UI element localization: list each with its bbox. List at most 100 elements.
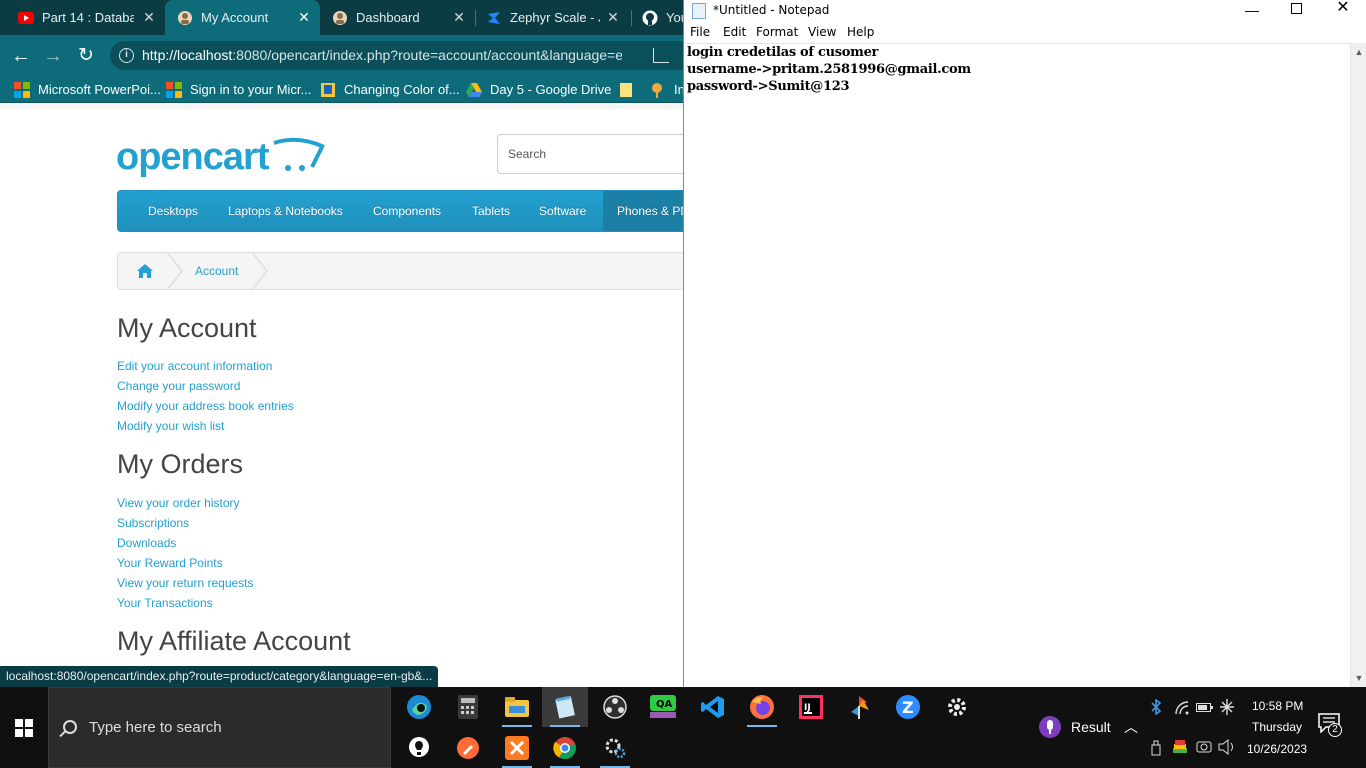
file-explorer-icon[interactable]: [494, 687, 540, 727]
windows-taskbar: Type here to search QA IJ Z Result ︿ 10:…: [0, 687, 1366, 768]
microsoft-icon: [14, 81, 30, 98]
intellij-icon[interactable]: IJ: [788, 687, 834, 727]
zoom-icon[interactable]: Z: [885, 687, 931, 727]
volume-icon[interactable]: [1218, 739, 1236, 755]
bookmark-note[interactable]: [618, 81, 642, 98]
bookmark-powerpoint[interactable]: Microsoft PowerPoi...: [14, 81, 161, 98]
widget-label: Result: [1071, 719, 1111, 735]
xampp-icon[interactable]: [494, 728, 540, 768]
menu-software[interactable]: Software: [539, 191, 586, 231]
camera-icon[interactable]: [1196, 740, 1212, 754]
bulb-icon[interactable]: [396, 728, 442, 768]
share-icon[interactable]: [653, 48, 669, 63]
menu-view[interactable]: View: [808, 25, 836, 39]
store-search-input[interactable]: Search: [497, 134, 683, 174]
bookmark-pin[interactable]: In: [650, 81, 685, 98]
postman-icon[interactable]: [445, 728, 491, 768]
tab-zephyr[interactable]: Zephyr Scale - Ji ✕: [476, 0, 631, 35]
bookmark-sign-in[interactable]: Sign in to your Micr...: [166, 81, 311, 98]
tab-dashboard[interactable]: Dashboard ✕: [320, 0, 475, 35]
transactions-link[interactable]: Your Transactions: [117, 596, 213, 610]
text-line: password->Sumit@123: [687, 79, 850, 94]
bluestacks-icon[interactable]: [1172, 739, 1188, 755]
clock-day[interactable]: Thursday: [1252, 720, 1302, 734]
tab-my-account[interactable]: My Account ✕: [165, 0, 320, 35]
battery-icon[interactable]: [1196, 701, 1214, 713]
gear-settings-icon[interactable]: [592, 728, 638, 768]
back-arrow-icon[interactable]: ←: [8, 43, 34, 69]
close-icon[interactable]: ✕: [605, 9, 621, 25]
taskbar-search[interactable]: Type here to search: [48, 687, 391, 768]
maximize-square-icon: [1291, 3, 1302, 14]
menu-phones[interactable]: Phones & PD: [603, 191, 683, 231]
obs-icon[interactable]: [592, 687, 638, 727]
clock-time[interactable]: 10:58 PM: [1252, 699, 1303, 713]
menu-file[interactable]: File: [690, 25, 710, 39]
calculator-icon[interactable]: [445, 687, 491, 727]
reload-icon[interactable]: ↻: [73, 43, 99, 69]
close-window-icon[interactable]: ✕: [1320, 0, 1366, 22]
menu-edit[interactable]: Edit: [723, 25, 746, 39]
pinwheel-icon[interactable]: [836, 687, 882, 727]
tab-title: Dashboard: [356, 10, 420, 25]
bookmark-changing-color[interactable]: Changing Color of...: [320, 81, 460, 98]
menu-components[interactable]: Components: [373, 191, 441, 231]
qa-preview-icon[interactable]: QA: [640, 687, 686, 727]
vscode-icon[interactable]: [690, 687, 736, 727]
downloads-link[interactable]: Downloads: [117, 536, 176, 550]
opencart-logo[interactable]: opencart: [116, 133, 326, 177]
chevron-up-icon[interactable]: ︿: [1124, 717, 1138, 737]
usb-icon[interactable]: [1150, 740, 1162, 756]
browser-tabstrip: Part 14 : Databa ✕ My Account ✕ Dashboar…: [0, 0, 683, 35]
change-password-link[interactable]: Change your password: [117, 379, 240, 393]
bookmarks-bar: Microsoft PowerPoi... Sign in to your Mi…: [0, 76, 685, 103]
menu-laptops[interactable]: Laptops & Notebooks: [228, 191, 343, 231]
menu-desktops[interactable]: Desktops: [148, 191, 198, 231]
menu-format[interactable]: Format: [756, 25, 798, 39]
my-account-heading: My Account: [117, 313, 257, 343]
youtube-icon: [18, 10, 34, 26]
bluetooth-icon[interactable]: [1150, 699, 1162, 715]
order-history-link[interactable]: View your order history: [117, 496, 240, 510]
network-status-icon[interactable]: [1220, 699, 1234, 715]
running-indicator: [502, 725, 532, 727]
wish-list-link[interactable]: Modify your wish list: [117, 419, 224, 433]
notifications-button[interactable]: 2: [1318, 713, 1346, 741]
minimize-icon[interactable]: —: [1229, 2, 1275, 24]
address-book-link[interactable]: Modify your address book entries: [117, 399, 294, 413]
tab-github[interactable]: You: [632, 0, 683, 35]
return-requests-link[interactable]: View your return requests: [117, 576, 254, 590]
edit-account-link[interactable]: Edit your account information: [117, 359, 272, 373]
notepad-window: *Untitled - Notepad — ✕ File Edit Format…: [683, 0, 1366, 687]
widget-result[interactable]: Result: [1038, 715, 1111, 739]
close-icon[interactable]: ✕: [451, 9, 467, 25]
close-icon[interactable]: ✕: [141, 9, 157, 25]
forward-arrow-icon[interactable]: →: [40, 43, 66, 69]
clock-date[interactable]: 10/26/2023: [1247, 742, 1307, 756]
chrome-icon[interactable]: [542, 728, 588, 768]
reward-points-link[interactable]: Your Reward Points: [117, 556, 223, 570]
start-button[interactable]: [0, 687, 48, 768]
close-icon[interactable]: ✕: [296, 9, 312, 25]
menu-help[interactable]: Help: [847, 25, 874, 39]
scroll-up-icon[interactable]: ▲: [1354, 47, 1364, 57]
edge-icon[interactable]: [396, 687, 442, 727]
wifi-icon[interactable]: [1174, 701, 1190, 715]
bookmark-google-drive[interactable]: Day 5 - Google Drive: [466, 81, 611, 98]
firefox-icon[interactable]: [739, 687, 785, 727]
settings-icon[interactable]: [934, 687, 980, 727]
logo-text: opencart: [116, 136, 269, 178]
tab-part14[interactable]: Part 14 : Databa ✕: [0, 0, 165, 35]
address-bar[interactable]: i http://localhost:8080/opencart/index.p…: [110, 41, 683, 70]
notepad-text-area[interactable]: login credetilas of cusomer username->pr…: [684, 43, 1350, 687]
notepad-taskbar-icon[interactable]: [542, 687, 588, 727]
vertical-scrollbar[interactable]: ▲ ▼: [1350, 43, 1366, 687]
menu-tablets[interactable]: Tablets: [472, 191, 510, 231]
scroll-down-icon[interactable]: ▼: [1354, 673, 1364, 683]
home-icon[interactable]: [136, 263, 154, 279]
site-info-icon[interactable]: i: [119, 48, 134, 63]
notepad-titlebar[interactable]: *Untitled - Notepad — ✕: [684, 0, 1366, 22]
maximize-icon[interactable]: [1274, 0, 1320, 22]
subscriptions-link[interactable]: Subscriptions: [117, 516, 189, 530]
breadcrumb-account[interactable]: Account: [195, 264, 238, 278]
